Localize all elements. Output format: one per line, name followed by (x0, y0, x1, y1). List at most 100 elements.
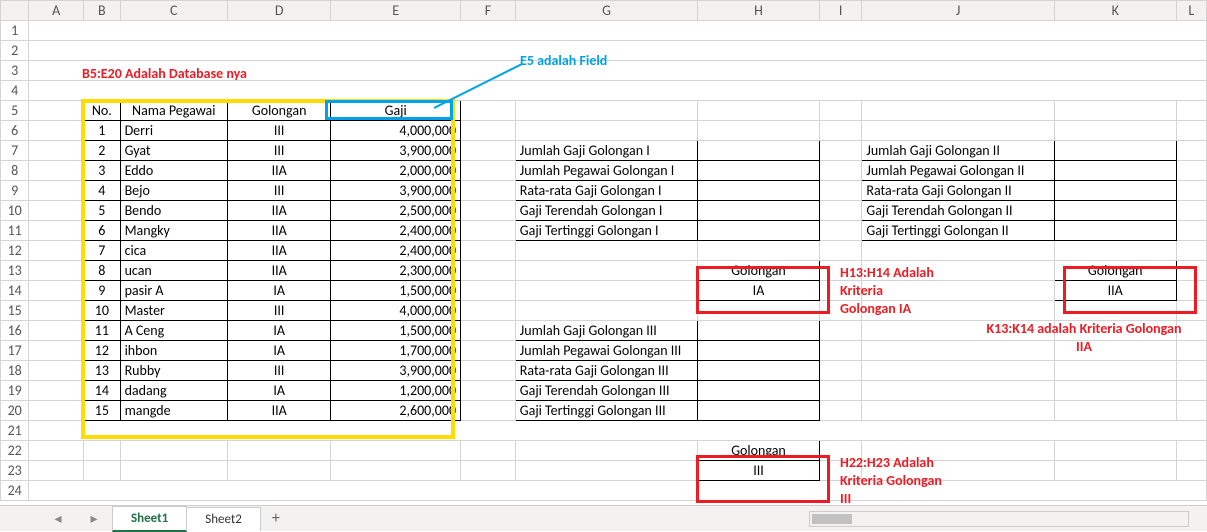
cell[interactable]: 15 (84, 401, 120, 421)
cell[interactable] (698, 381, 820, 401)
cell[interactable]: 3,900,000 (331, 141, 461, 161)
col-H[interactable]: H (698, 1, 820, 21)
cell[interactable]: IIA (227, 161, 330, 181)
cell[interactable]: IIA (227, 401, 330, 421)
cell[interactable]: Derri (120, 121, 227, 141)
cell[interactable]: 4,000,000 (331, 301, 461, 321)
cell[interactable]: 4 (84, 181, 120, 201)
tab-sheet1[interactable]: Sheet1 (112, 506, 187, 532)
cell[interactable]: IIA (227, 261, 330, 281)
row-13[interactable]: 13 (1, 261, 29, 281)
row-22[interactable]: 22 (1, 441, 29, 461)
cell[interactable]: Jumlah Gaji Golongan I (515, 141, 697, 161)
cell[interactable]: ihbon (120, 341, 227, 361)
cell[interactable]: Gaji Tertinggi Golongan I (515, 221, 697, 241)
row-7[interactable]: 7 (1, 141, 29, 161)
cell[interactable]: 2,000,000 (331, 161, 461, 181)
col-E[interactable]: E (331, 1, 461, 21)
cell[interactable]: Rata-rata Gaji Golongan II (862, 181, 1055, 201)
row-20[interactable]: 20 (1, 401, 29, 421)
cell[interactable] (1054, 161, 1176, 181)
crit-iia-label[interactable]: Golongan (1054, 261, 1176, 281)
cell[interactable]: 1,500,000 (331, 281, 461, 301)
cell[interactable] (698, 361, 820, 381)
cell[interactable]: Rubby (120, 361, 227, 381)
tab-nav-left-icon[interactable]: ◂ (40, 510, 76, 527)
row-6[interactable]: 6 (1, 121, 29, 141)
row-4[interactable]: 4 (1, 81, 29, 101)
tab-add-icon[interactable]: + (260, 509, 292, 528)
cell[interactable]: IA (227, 341, 330, 361)
row-12[interactable]: 12 (1, 241, 29, 261)
cell[interactable]: ucan (120, 261, 227, 281)
cell[interactable]: mangde (120, 401, 227, 421)
hdr-nama[interactable]: Nama Pegawai (120, 101, 227, 121)
cell[interactable]: Bendo (120, 201, 227, 221)
row-1[interactable]: 1 (1, 21, 29, 41)
cell[interactable]: IA (227, 321, 330, 341)
col-I[interactable]: I (819, 1, 862, 21)
crit-iii-value[interactable]: III (698, 461, 820, 481)
hdr-gol[interactable]: Golongan (227, 101, 330, 121)
cell[interactable]: Master (120, 301, 227, 321)
cell[interactable]: 8 (84, 261, 120, 281)
col-F[interactable]: F (461, 1, 516, 21)
row-24[interactable]: 24 (1, 481, 29, 501)
cell[interactable]: 3,900,000 (331, 181, 461, 201)
horizontal-scrollbar[interactable] (809, 511, 1189, 527)
row-19[interactable]: 19 (1, 381, 29, 401)
cell[interactable]: IIA (227, 221, 330, 241)
cell[interactable]: Gaji Terendah Golongan II (862, 201, 1055, 221)
col-D[interactable]: D (227, 1, 330, 21)
cell[interactable]: cica (120, 241, 227, 261)
cell[interactable]: 12 (84, 341, 120, 361)
cell[interactable] (698, 201, 820, 221)
cell[interactable]: pasir A (120, 281, 227, 301)
col-K[interactable]: K (1054, 1, 1176, 21)
cell[interactable] (698, 161, 820, 181)
cell[interactable]: IIA (227, 241, 330, 261)
cell[interactable]: Gaji Tertinggi Golongan III (515, 401, 697, 421)
crit-ia-label[interactable]: Golongan (698, 261, 820, 281)
cell[interactable] (698, 181, 820, 201)
cell[interactable]: 14 (84, 381, 120, 401)
cell[interactable] (1054, 181, 1176, 201)
cell[interactable]: 9 (84, 281, 120, 301)
spreadsheet-grid[interactable]: A B C D E F G H I J K L 1 2 3 4 5 No. Na… (0, 0, 1207, 501)
row-16[interactable]: 16 (1, 321, 29, 341)
cell[interactable]: 1,700,000 (331, 341, 461, 361)
row-9[interactable]: 9 (1, 181, 29, 201)
hdr-gaji[interactable]: Gaji (331, 101, 461, 121)
cell[interactable]: 2,600,000 (331, 401, 461, 421)
cell[interactable] (698, 341, 820, 361)
tab-sheet2[interactable]: Sheet2 (186, 507, 261, 531)
cell[interactable]: 13 (84, 361, 120, 381)
cell[interactable]: 4,000,000 (331, 121, 461, 141)
cell[interactable]: 2,400,000 (331, 241, 461, 261)
cell[interactable]: Jumlah Pegawai Golongan II (862, 161, 1055, 181)
cell[interactable]: Gaji Terendah Golongan I (515, 201, 697, 221)
cell[interactable]: Gaji Tertinggi Golongan II (862, 221, 1055, 241)
row-17[interactable]: 17 (1, 341, 29, 361)
cell[interactable] (698, 401, 820, 421)
cell[interactable]: III (227, 121, 330, 141)
cell[interactable]: III (227, 301, 330, 321)
cell[interactable]: Eddo (120, 161, 227, 181)
cell[interactable]: Gyat (120, 141, 227, 161)
row-23[interactable]: 23 (1, 461, 29, 481)
row-5[interactable]: 5 (1, 101, 29, 121)
cell[interactable]: 3 (84, 161, 120, 181)
cell[interactable]: IIA (227, 201, 330, 221)
cell[interactable]: Jumlah Gaji Golongan II (862, 141, 1055, 161)
cell[interactable]: Rata-rata Gaji Golongan III (515, 361, 697, 381)
cell[interactable] (1054, 141, 1176, 161)
col-L[interactable]: L (1176, 1, 1206, 21)
cell[interactable]: Bejo (120, 181, 227, 201)
cell[interactable]: Mangky (120, 221, 227, 241)
cell[interactable]: 2,400,000 (331, 221, 461, 241)
row-15[interactable]: 15 (1, 301, 29, 321)
cell[interactable]: 1,200,000 (331, 381, 461, 401)
cell[interactable] (698, 321, 820, 341)
cell[interactable]: A Ceng (120, 321, 227, 341)
row-8[interactable]: 8 (1, 161, 29, 181)
